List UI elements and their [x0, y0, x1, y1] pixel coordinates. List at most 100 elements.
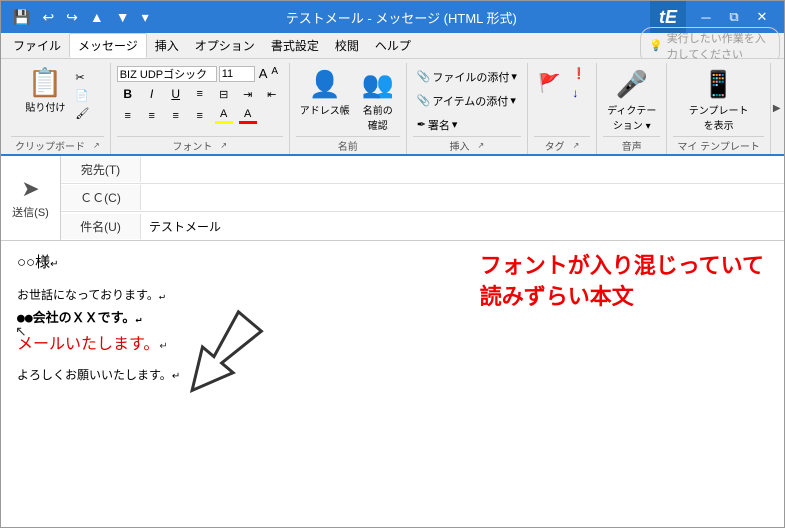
decrease-font-button[interactable]: A — [269, 65, 280, 82]
menu-help[interactable]: ヘルプ — [367, 34, 419, 57]
font-label-row: フォント ↗ — [117, 136, 283, 154]
my-templates-label: マイ テンプレート — [673, 137, 763, 154]
send-label: 送信(S) — [12, 204, 49, 220]
font-color-bar — [239, 121, 257, 124]
menu-message[interactable]: メッセージ — [69, 33, 147, 58]
outlook-letter: tE — [659, 7, 677, 28]
names-label: 名前 — [334, 137, 362, 154]
scroll-right-icon[interactable]: ▶ — [773, 103, 781, 114]
insert-content: 📎 ファイルの添付 ▾ 📎 アイテムの添付 ▾ ✒ 署名 ▾ — [413, 65, 521, 136]
check-names-button[interactable]: 👥 名前の確認 — [356, 65, 400, 136]
menu-file[interactable]: ファイル — [5, 34, 69, 57]
email-form: ➤ 送信(S) 宛先(T) ＣＣ(C) 件名(U) — [1, 156, 784, 241]
align-center-button[interactable]: ≡ — [141, 106, 163, 126]
save-icon[interactable]: 💾 — [9, 7, 34, 28]
body-company: ●●会社のＸＸです。↵ — [17, 307, 768, 326]
body-salutation: ○○様↵ — [17, 251, 768, 272]
my-templates-label-row: マイ テンプレート — [673, 136, 763, 154]
ribbon-group-clipboard: 📋 貼り付け ✂ 📄 🖌 クリップボード — [5, 63, 111, 154]
font-name-input[interactable] — [117, 66, 217, 82]
show-templates-button[interactable]: 📱 テンプレートを表示 — [685, 65, 753, 136]
highlight-color-button[interactable]: A — [213, 106, 235, 126]
attach-file-button[interactable]: 📎 ファイルの添付 ▾ — [413, 67, 521, 87]
show-templates-icon: 📱 — [702, 69, 734, 100]
menu-review[interactable]: 校閲 — [327, 34, 367, 57]
voice-label: 音声 — [618, 137, 646, 154]
underline-button[interactable]: U — [165, 84, 187, 104]
tags-expand-icon[interactable]: ↗ — [569, 140, 584, 151]
insert-label-row: 挿入 ↗ — [413, 136, 521, 154]
low-importance-icon: ↓ — [572, 86, 578, 100]
format-painter-button[interactable]: 🖌 — [71, 105, 93, 122]
copy-button[interactable]: 📄 — [71, 87, 93, 104]
increase-font-button[interactable]: A — [257, 65, 270, 82]
priority-buttons: ❗ ↓ — [568, 65, 590, 102]
quick-access-toolbar: 💾 ↩ ↪ ▲ ▼ ▾ — [9, 7, 153, 28]
cc-input[interactable] — [141, 187, 784, 209]
up-icon[interactable]: ▲ — [86, 7, 108, 27]
redo-icon[interactable]: ↪ — [62, 7, 82, 28]
highlight-color-bar — [215, 121, 233, 124]
search-placeholder: 実行したい作業を入力してください — [667, 30, 771, 62]
ribbon-group-voice: 🎤 ディクテーション ▾ 音声 — [597, 63, 667, 154]
align-left-button[interactable]: ≡ — [117, 106, 139, 126]
insert-expand-icon[interactable]: ↗ — [473, 140, 488, 151]
italic-button[interactable]: I — [141, 84, 163, 104]
format-painter-icon: 🖌 — [75, 107, 89, 120]
menu-options[interactable]: オプション — [187, 34, 263, 57]
attach-item-icon: 📎 — [417, 94, 431, 107]
body-red-text: メールいたします。↵ — [17, 330, 768, 354]
justify-button[interactable]: ≡ — [189, 106, 211, 126]
bold-button[interactable]: B — [117, 84, 139, 104]
attach-file-dropdown-icon[interactable]: ▾ — [511, 70, 517, 83]
ribbon-scroll-right[interactable]: ▶ — [771, 63, 783, 154]
attach-item-dropdown-icon[interactable]: ▾ — [510, 94, 516, 107]
send-button[interactable]: ➤ 送信(S) — [1, 156, 61, 240]
my-templates-content: 📱 テンプレートを表示 — [685, 65, 753, 136]
align-right-button[interactable]: ≡ — [165, 106, 187, 126]
indent-decrease-button[interactable]: ⇤ — [261, 84, 283, 104]
cc-label[interactable]: ＣＣ(C) — [61, 185, 141, 210]
address-book-button[interactable]: 👤 アドレス帳 — [296, 65, 354, 121]
flag-button[interactable]: 🚩 — [534, 65, 564, 102]
to-label[interactable]: 宛先(T) — [61, 157, 141, 182]
outlook-window: 💾 ↩ ↪ ▲ ▼ ▾ テストメール - メッセージ (HTML 形式) tE … — [0, 0, 785, 528]
menu-format[interactable]: 書式設定 — [263, 34, 327, 57]
high-importance-button[interactable]: ❗ — [568, 65, 590, 82]
cut-icon: ✂ — [75, 71, 84, 84]
dictation-button[interactable]: 🎤 ディクテーション ▾ — [603, 65, 660, 136]
highlight-letter: A — [220, 108, 227, 120]
font-size-input[interactable] — [219, 66, 255, 82]
signature-dropdown-icon[interactable]: ▾ — [452, 118, 458, 131]
clipboard-expand-icon[interactable]: ↗ — [89, 140, 104, 151]
dictation-icon: 🎤 — [616, 69, 648, 100]
ribbon-group-names: 👤 アドレス帳 👥 名前の確認 名前 — [290, 63, 407, 154]
indent-increase-button[interactable]: ⇥ — [237, 84, 259, 104]
dictation-label: ディクテーション ▾ — [607, 102, 656, 132]
high-importance-icon: ❗ — [572, 67, 586, 80]
clipboard-small-btns: ✂ 📄 🖌 — [71, 65, 93, 122]
paste-button[interactable]: 📋 貼り付け — [21, 65, 69, 118]
body-spacer-1 — [17, 278, 768, 286]
low-importance-button[interactable]: ↓ — [568, 84, 590, 102]
down-icon[interactable]: ▼ — [112, 7, 134, 27]
subject-label[interactable]: 件名(U) — [61, 214, 141, 239]
attach-item-button[interactable]: 📎 アイテムの添付 ▾ — [413, 91, 520, 111]
qat-more-icon[interactable]: ▾ — [138, 7, 153, 28]
email-body[interactable]: ○○様↵ お世話になっております。↵ ●●会社のＸＸです。↵ メールいたします。… — [1, 241, 784, 527]
cut-button[interactable]: ✂ — [71, 69, 93, 86]
numbering-button[interactable]: ⊟ — [213, 84, 235, 104]
email-form-inner: ➤ 送信(S) 宛先(T) ＣＣ(C) 件名(U) — [1, 156, 784, 240]
font-color-button[interactable]: A — [237, 106, 259, 126]
check-names-icon: 👥 — [362, 69, 394, 100]
subject-input[interactable] — [141, 215, 784, 237]
font-expand-icon[interactable]: ↗ — [216, 140, 231, 151]
undo-icon[interactable]: ↩ — [38, 7, 58, 28]
cc-row: ＣＣ(C) — [61, 184, 784, 212]
menu-insert[interactable]: 挿入 — [147, 34, 187, 57]
signature-button[interactable]: ✒ 署名 ▾ — [413, 115, 462, 135]
bullets-button[interactable]: ≡ — [189, 84, 211, 104]
font-color-letter: A — [244, 108, 251, 120]
paste-area: 📋 貼り付け — [21, 65, 69, 118]
to-input[interactable] — [141, 159, 784, 181]
